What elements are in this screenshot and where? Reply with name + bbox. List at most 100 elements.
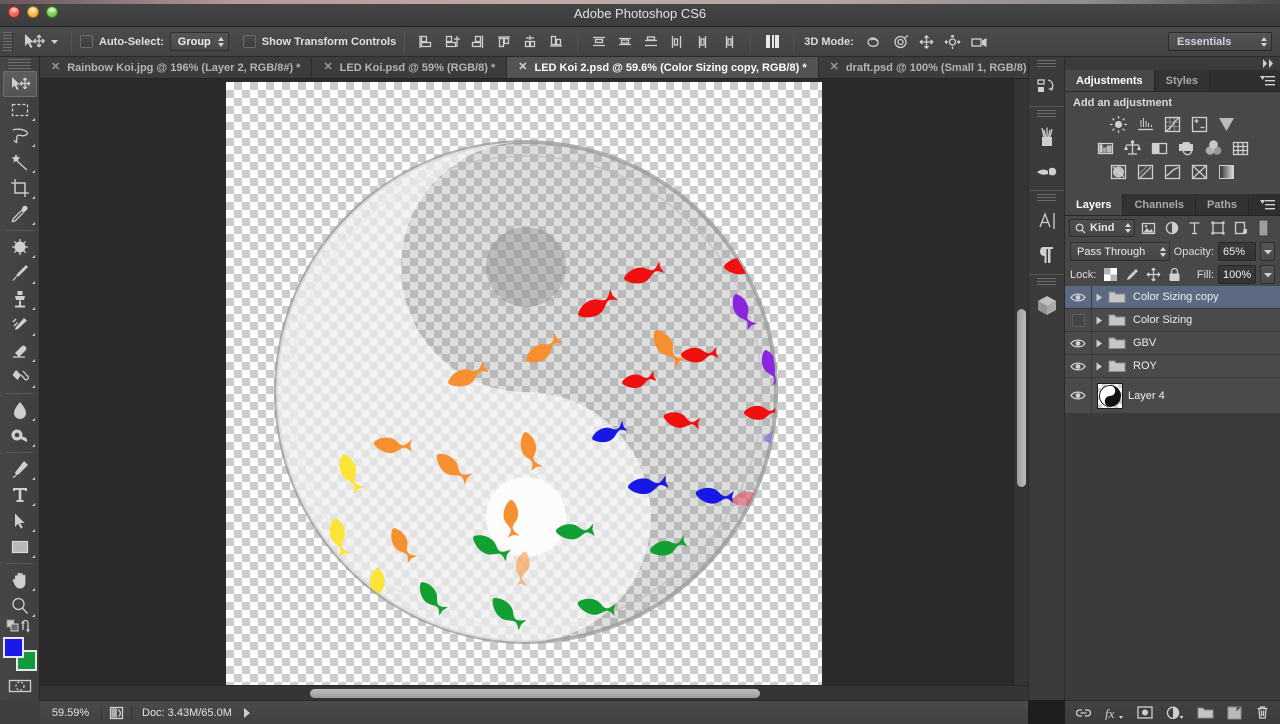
filter-kind-select[interactable]: Kind xyxy=(1069,219,1136,237)
roll-3d-button[interactable] xyxy=(888,31,914,53)
lock-all-icon[interactable] xyxy=(1168,267,1181,282)
spot-healing-brush-tool[interactable] xyxy=(3,234,37,260)
scrollbar-thumb[interactable] xyxy=(310,689,760,698)
blend-mode-select[interactable]: Pass Through xyxy=(1070,242,1170,261)
document-canvas[interactable] xyxy=(226,82,822,700)
new-group-icon[interactable] xyxy=(1197,706,1214,719)
distribute-left-edges-button[interactable] xyxy=(664,31,690,53)
crop-tool[interactable] xyxy=(3,175,37,201)
eraser-tool[interactable] xyxy=(3,338,37,364)
swap-colors-icon[interactable] xyxy=(20,619,34,633)
layer-visibility-toggle[interactable] xyxy=(1065,308,1092,332)
scale-3d-camera-button[interactable] xyxy=(966,31,992,53)
curves-icon[interactable] xyxy=(1162,114,1184,134)
close-icon[interactable]: ✕ xyxy=(51,62,60,73)
delete-layer-icon[interactable] xyxy=(1255,705,1270,720)
panel-menu-icon[interactable] xyxy=(1260,75,1275,87)
pixel-filter-icon[interactable] xyxy=(1139,219,1158,237)
table-row[interactable]: Layer 4 xyxy=(1065,377,1280,414)
lock-image-pixels-icon[interactable] xyxy=(1124,268,1139,282)
add-layer-mask-icon[interactable] xyxy=(1137,706,1153,719)
align-left-edges-button[interactable] xyxy=(413,31,439,53)
hand-tool[interactable] xyxy=(3,567,37,593)
auto-select-checkbox[interactable] xyxy=(80,35,93,48)
scrollbar-thumb[interactable] xyxy=(1017,309,1026,487)
dodge-tool[interactable] xyxy=(3,423,37,449)
document-tab[interactable]: ✕ LED Koi.psd @ 59% (RGB/8) * xyxy=(312,57,508,78)
workspace-selector[interactable]: Essentials xyxy=(1168,32,1272,51)
zoom-tool[interactable] xyxy=(3,593,37,619)
close-icon[interactable]: ✕ xyxy=(830,62,839,73)
current-tool-indicator[interactable] xyxy=(17,30,63,54)
dock-grip[interactable] xyxy=(1037,194,1056,203)
smart-object-filter-icon[interactable] xyxy=(1231,219,1250,237)
adjustment-filter-icon[interactable] xyxy=(1162,219,1181,237)
canvas-vertical-scrollbar[interactable] xyxy=(1013,79,1028,700)
pen-tool[interactable] xyxy=(3,456,37,482)
new-fill-adjustment-icon[interactable] xyxy=(1166,706,1184,720)
color-balance-icon[interactable] xyxy=(1121,138,1143,158)
align-right-edges-button[interactable] xyxy=(465,31,491,53)
color-swatches[interactable] xyxy=(2,637,37,671)
align-horizontal-centers-button[interactable] xyxy=(439,31,465,53)
close-icon[interactable]: ✕ xyxy=(518,62,527,73)
brush-tool[interactable] xyxy=(3,260,37,286)
lock-transparent-pixels-icon[interactable] xyxy=(1104,268,1118,281)
disclosure-triangle-icon[interactable] xyxy=(1092,316,1106,325)
auto-select-scope-select[interactable]: Group xyxy=(169,32,229,51)
align-top-edges-button[interactable] xyxy=(491,31,517,53)
threshold-icon[interactable] xyxy=(1162,162,1184,182)
eyedropper-tool[interactable] xyxy=(3,201,37,227)
canvas-area[interactable] xyxy=(40,79,1028,700)
table-row[interactable]: GBV xyxy=(1065,331,1280,355)
gradient-tool[interactable] xyxy=(3,364,37,390)
dock-grip[interactable] xyxy=(1037,110,1056,119)
tab-channels[interactable]: Channels xyxy=(1123,194,1196,215)
invert-icon[interactable] xyxy=(1108,162,1130,182)
canvas-horizontal-scrollbar[interactable] xyxy=(40,685,1028,700)
tab-styles[interactable]: Styles xyxy=(1154,70,1211,91)
rectangle-tool[interactable] xyxy=(3,534,37,560)
layers-list-empty-area[interactable] xyxy=(1065,414,1280,672)
distribute-right-edges-button[interactable] xyxy=(716,31,742,53)
fill-dropdown-button[interactable] xyxy=(1260,265,1275,284)
tab-adjustments[interactable]: Adjustments xyxy=(1065,70,1155,91)
document-tab-active[interactable]: ✕ LED Koi 2.psd @ 59.6% (Color Sizing co… xyxy=(507,57,819,78)
magic-wand-tool[interactable] xyxy=(3,149,37,175)
link-layers-icon[interactable] xyxy=(1075,707,1092,719)
character-icon[interactable] xyxy=(1030,204,1063,238)
document-tab[interactable]: ✕ Rainbow Koi.jpg @ 196% (Layer 2, RGB/8… xyxy=(40,57,313,78)
tool-presets-icon[interactable] xyxy=(1030,154,1063,188)
gradient-map-icon[interactable] xyxy=(1216,162,1238,182)
disclosure-triangle-icon[interactable] xyxy=(1092,293,1106,302)
history-brush-tool[interactable] xyxy=(3,312,37,338)
brush-presets-icon[interactable] xyxy=(1030,120,1063,154)
blur-tool[interactable] xyxy=(3,397,37,423)
table-row[interactable]: Color Sizing copy xyxy=(1065,285,1280,309)
preview-box-icon[interactable] xyxy=(102,705,132,720)
rectangular-marquee-tool[interactable] xyxy=(3,97,37,123)
color-lookup-icon[interactable] xyxy=(1229,138,1251,158)
history-icon[interactable] xyxy=(1030,70,1063,104)
table-row[interactable]: Color Sizing xyxy=(1065,308,1280,332)
opacity-dropdown-button[interactable] xyxy=(1260,242,1275,261)
tools-panel-grip[interactable] xyxy=(8,59,31,69)
rotate-3d-button[interactable] xyxy=(862,31,888,53)
disclosure-triangle-icon[interactable] xyxy=(1092,339,1106,348)
3d-icon[interactable] xyxy=(1030,288,1063,322)
table-row[interactable]: ROY xyxy=(1065,354,1280,378)
collapse-to-icons-icon[interactable] xyxy=(1262,58,1276,69)
layer-visibility-toggle[interactable] xyxy=(1065,331,1092,355)
dock-grip[interactable] xyxy=(1037,60,1056,69)
clone-stamp-tool[interactable] xyxy=(3,286,37,312)
new-layer-icon[interactable] xyxy=(1227,706,1242,720)
paragraph-icon[interactable] xyxy=(1030,238,1063,272)
disclosure-triangle-icon[interactable] xyxy=(1092,362,1106,371)
fill-field[interactable]: 100% xyxy=(1218,265,1256,284)
zoom-level-field[interactable]: 59.59% xyxy=(40,706,102,719)
options-bar-grip[interactable] xyxy=(3,31,13,52)
tool-preset-chevron-icon[interactable] xyxy=(50,37,59,46)
brightness-contrast-icon[interactable] xyxy=(1108,114,1130,134)
move-tool[interactable] xyxy=(2,71,37,97)
edit-in-quick-mask-mode-button[interactable] xyxy=(3,673,37,699)
